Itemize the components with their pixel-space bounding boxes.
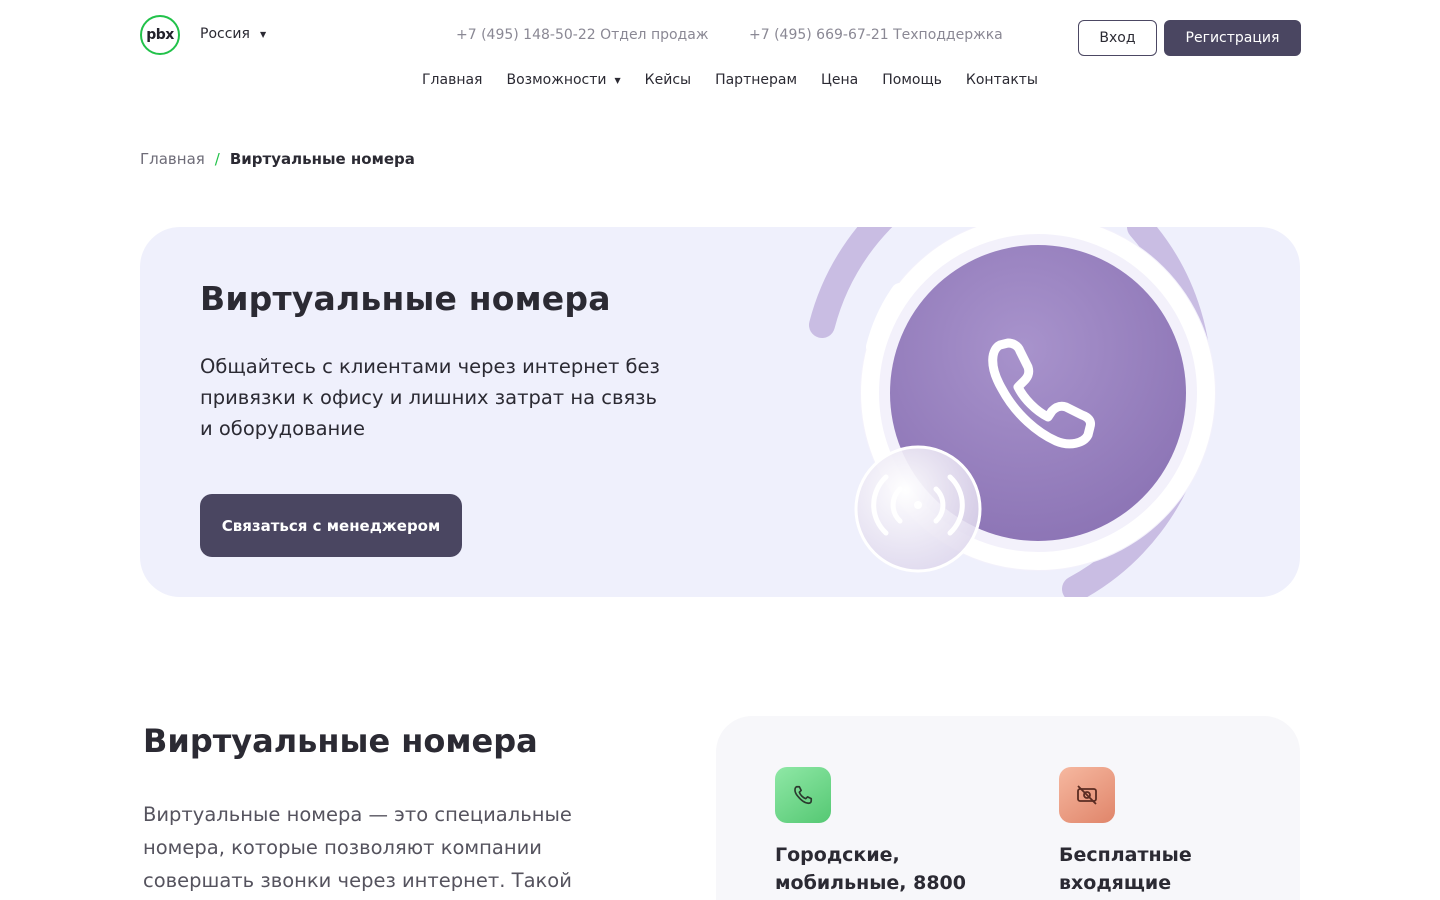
pbx-logo[interactable]: pbx xyxy=(140,15,180,55)
breadcrumb-home-link[interactable]: Главная xyxy=(140,150,205,168)
nav-item-partners[interactable]: Партнерам xyxy=(715,72,797,88)
phone-icon xyxy=(775,767,831,823)
login-button[interactable]: Вход xyxy=(1078,20,1157,56)
logo-text: pbx xyxy=(146,27,174,43)
nav-item-features[interactable]: Возможности ▼ xyxy=(506,72,620,88)
breadcrumb-separator: / xyxy=(214,150,220,168)
hero-banner: Виртуальные номера Общайтесь с клиентами… xyxy=(140,227,1300,597)
phone-sales[interactable]: +7 (495) 148-50-22 Отдел продаж xyxy=(456,27,708,43)
feature-item: Бесплатные входящие xyxy=(1059,767,1279,897)
no-cash-icon xyxy=(1059,767,1115,823)
hero-subtitle: Общайтесь с клиентами через интернет без… xyxy=(200,355,660,440)
main-nav: Главная Возможности ▼ Кейсы Партнерам Цен… xyxy=(422,72,1038,88)
nav-item-label: Партнерам xyxy=(715,72,798,88)
nav-item-label: Кейсы xyxy=(644,72,692,88)
feature-title: Бесплатные входящие xyxy=(1059,844,1192,894)
caret-down-icon: ▼ xyxy=(259,29,267,39)
section-text: Виртуальные номера — это специальные ном… xyxy=(143,803,572,892)
nav-item-cases[interactable]: Кейсы xyxy=(645,72,691,88)
nav-item-label: Контакты xyxy=(965,72,1038,88)
hero-illustration xyxy=(809,227,1216,597)
breadcrumb-current: Виртуальные номера xyxy=(229,150,415,168)
nav-item-label: Цена xyxy=(821,72,859,88)
region-selector[interactable]: Россия ▼ xyxy=(200,26,266,42)
section-title: Виртуальные номера xyxy=(143,722,538,760)
feature-item: Городские, мобильные, 8800 xyxy=(775,767,995,897)
caret-down-icon: ▼ xyxy=(614,75,621,85)
nav-item-contacts[interactable]: Контакты xyxy=(966,72,1038,88)
contact-manager-button[interactable]: Связаться с менеджером xyxy=(200,494,462,557)
nav-item-label: Помощь xyxy=(882,72,942,88)
nav-item-label: Возможности xyxy=(506,72,607,88)
nav-item-help[interactable]: Помощь xyxy=(882,72,942,88)
hero-title: Виртуальные номера xyxy=(200,279,611,318)
features-card: Городские, мобильные, 8800 Бесплатные вх… xyxy=(716,716,1300,900)
register-button[interactable]: Регистрация xyxy=(1164,20,1301,56)
feature-title: Городские, мобильные, 8800 xyxy=(775,844,967,894)
region-label: Россия xyxy=(200,26,250,42)
nav-item-home[interactable]: Главная xyxy=(422,72,482,88)
breadcrumb: Главная / Виртуальные номера xyxy=(140,150,415,168)
nav-item-label: Главная xyxy=(422,72,483,88)
nav-item-price[interactable]: Цена xyxy=(821,72,858,88)
phone-support[interactable]: +7 (495) 669-67-21 Техподдержка xyxy=(749,27,1003,43)
